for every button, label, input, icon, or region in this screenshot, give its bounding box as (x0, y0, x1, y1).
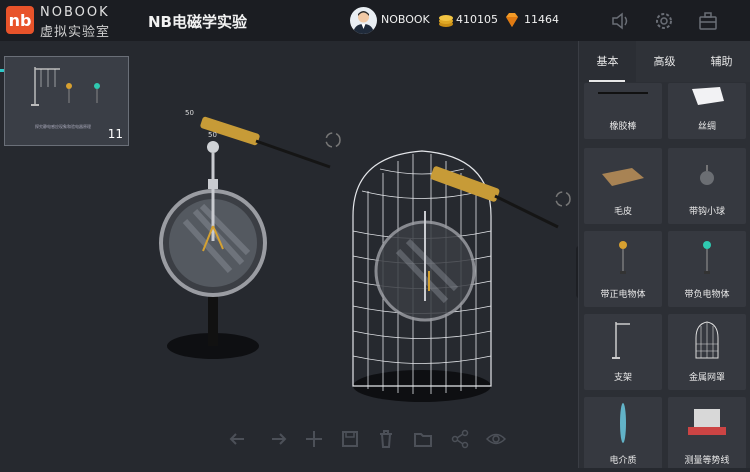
coin-count: 410105 (456, 13, 498, 26)
item-label: 金属网罩 (688, 373, 725, 383)
sound-icon[interactable] (609, 10, 631, 32)
rubber-rod-icon (598, 92, 648, 94)
hook-ball-icon (700, 165, 714, 185)
folder-icon[interactable] (412, 428, 434, 450)
item-metal-cage[interactable]: 金属网罩 (668, 314, 746, 390)
redo-icon[interactable] (266, 428, 288, 450)
item-label: 带负电物体 (684, 290, 730, 300)
share-icon[interactable] (449, 428, 471, 450)
item-equipotential[interactable]: 测量等势线 (668, 397, 746, 468)
tab-advanced[interactable]: 高级 (636, 41, 693, 82)
panel-tabs: 基本 高级 辅助 (579, 41, 750, 82)
dielectric-icon (620, 403, 626, 443)
add-icon[interactable] (303, 428, 325, 450)
item-label: 橡胶棒 (609, 122, 637, 132)
item-stand[interactable]: 支架 (584, 314, 662, 390)
fur-icon (602, 168, 644, 186)
app-title: NB电磁学实验 (148, 13, 247, 31)
component-panel: 基本 高级 辅助 橡胶棒 丝绸 毛皮 带钩小球 带正电物体 带负电物体 支架 金… (578, 41, 750, 468)
item-label: 丝绸 (697, 122, 716, 132)
brand-name-en: NOBOOK (40, 5, 110, 20)
positive-object-icon (619, 241, 627, 274)
item-label: 毛皮 (613, 207, 632, 217)
nobook-logo: nb (6, 6, 34, 34)
item-hook-ball[interactable]: 带钩小球 (668, 148, 746, 224)
rubber-rod[interactable] (200, 116, 331, 169)
item-rubber-rod[interactable]: 橡胶棒 (584, 83, 662, 139)
scene-count: 11 (107, 127, 123, 141)
tab-basic[interactable]: 基本 (579, 41, 636, 82)
gem-count: 11464 (524, 13, 559, 26)
item-label: 支架 (613, 373, 632, 383)
view-icon[interactable] (485, 428, 507, 450)
thumbnail-preview (31, 67, 100, 106)
username[interactable]: NOBOOK (381, 13, 430, 26)
undo-icon[interactable] (228, 428, 250, 450)
item-negative-object[interactable]: 带负电物体 (668, 231, 746, 307)
item-silk[interactable]: 丝绸 (668, 83, 746, 139)
item-positive-object[interactable]: 带正电物体 (584, 231, 662, 307)
stand-icon (612, 322, 630, 359)
metal-cage-icon (695, 321, 719, 359)
coin-icon (439, 15, 453, 27)
brand-name-cn: 虚拟实验室 (40, 25, 111, 40)
item-label: 带钩小球 (688, 207, 725, 217)
rod-value-label-2: 50 (208, 131, 217, 139)
toolbox-icon[interactable] (697, 10, 719, 32)
item-label: 测量等势线 (684, 456, 730, 466)
top-bar: nb NOBOOK 虚拟实验室 NB电磁学实验 NOBOOK 410105 11… (0, 0, 750, 41)
silk-icon (692, 87, 724, 105)
thumbnail-caption: 探究静电感应现象和验电器原理 (35, 124, 91, 129)
scene-thumbnail[interactable]: 探究静电感应现象和验电器原理 11 (4, 56, 129, 146)
gem-icon (506, 13, 518, 27)
equipotential-icon (688, 409, 726, 435)
component-grid: 橡胶棒 丝绸 毛皮 带钩小球 带正电物体 带负电物体 支架 金属网罩 电介质 测… (579, 83, 750, 468)
active-tab-indicator (589, 80, 625, 82)
rotate-icon[interactable] (325, 132, 341, 148)
item-fur[interactable]: 毛皮 (584, 148, 662, 224)
settings-icon[interactable] (653, 10, 675, 32)
tab-auxiliary[interactable]: 辅助 (693, 41, 750, 82)
delete-icon[interactable] (375, 428, 397, 450)
item-label: 电介质 (609, 456, 637, 466)
rod-value-label: 50 (185, 109, 194, 117)
item-dielectric[interactable]: 电介质 (584, 397, 662, 468)
experiment-stage[interactable]: 50 50 (130, 41, 576, 468)
item-label: 带正电物体 (600, 290, 646, 300)
rubber-rod-2[interactable] (430, 165, 559, 229)
negative-object-icon (703, 241, 711, 274)
electroscope[interactable] (159, 141, 267, 359)
avatar[interactable] (350, 7, 377, 34)
save-icon[interactable] (339, 428, 361, 450)
rotate-icon-2[interactable] (555, 191, 571, 207)
